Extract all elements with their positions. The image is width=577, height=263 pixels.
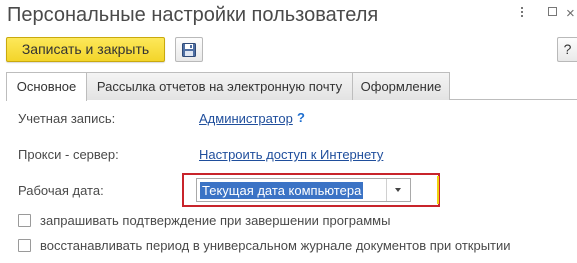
account-help-icon[interactable]: ? [297,110,305,125]
more-vertical-icon [519,7,525,17]
restore-window-button[interactable] [548,7,557,16]
close-button[interactable]: × [566,5,575,22]
proxy-settings-link[interactable]: Настроить доступ к Интернету [199,147,383,162]
account-link[interactable]: Администратор [199,111,293,126]
restore-window-icon [548,7,557,16]
confirm-exit-checkbox[interactable] [18,214,31,227]
tab-design[interactable]: Оформление [352,72,450,100]
confirm-exit-label: запрашивать подтверждение при завершении… [40,213,391,228]
more-actions-button[interactable] [519,7,525,17]
close-icon: × [566,5,575,22]
save-and-close-button[interactable]: Записать и закрыть [6,37,165,62]
tab-main[interactable]: Основное [6,72,87,101]
work-date-label: Рабочая дата: [18,183,104,198]
restore-period-label: восстанавливать период в универсальном ж… [40,238,511,253]
work-date-select[interactable]: Текущая дата компьютера [196,178,411,202]
proxy-label: Прокси - сервер: [18,147,119,162]
floppy-disk-icon [182,42,196,57]
chevron-down-icon[interactable] [395,188,401,192]
account-label: Учетная запись: [18,111,116,126]
tab-email-reports[interactable]: Рассылка отчетов на электронную почту [86,72,353,100]
select-separator [386,179,387,201]
help-button[interactable]: ? [557,37,577,62]
focus-accent [437,176,439,204]
restore-period-checkbox[interactable] [18,239,31,252]
window-title: Персональные настройки пользователя [7,4,379,26]
work-date-value: Текущая дата компьютера [200,182,364,199]
save-button[interactable] [175,37,203,62]
